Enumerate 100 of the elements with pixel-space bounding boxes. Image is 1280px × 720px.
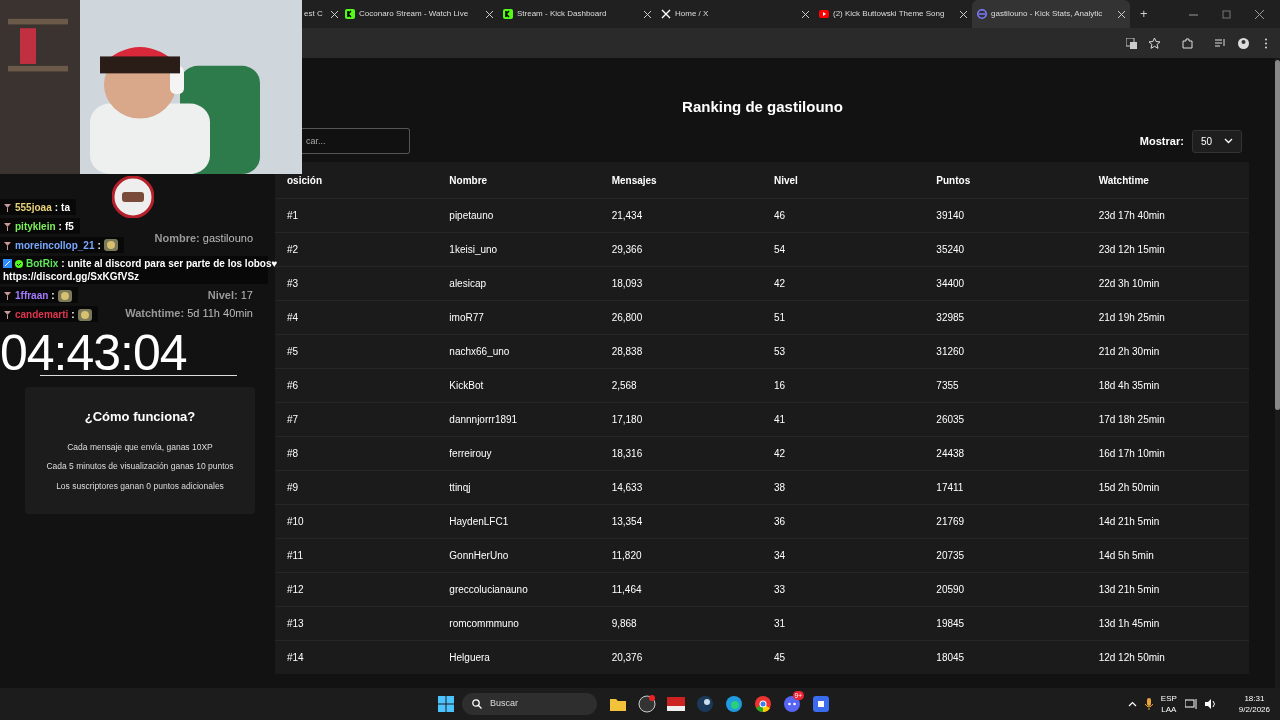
table-cell-text: HaydenLFC1: [448, 515, 510, 529]
info-text: Cada mensaje que envía, ganas 10XP: [66, 440, 214, 454]
volume-icon[interactable]: [1204, 699, 1217, 709]
browser-tab[interactable]: est C: [302, 0, 340, 28]
browser-tab[interactable]: Coconaro Stream - Watch Live: [340, 0, 498, 28]
table-cell-text: #14: [286, 651, 305, 665]
page-size-select[interactable]: 50: [1191, 129, 1242, 153]
chat-username[interactable]: 555joaa: [15, 201, 52, 213]
close-icon[interactable]: [802, 10, 809, 18]
table-cell-text: 16d 17h 10min: [1097, 447, 1166, 461]
table-cell-text: 18,093: [610, 277, 644, 291]
chat-username[interactable]: 1ffraan: [15, 290, 49, 302]
table-cell-text: 53: [773, 345, 787, 359]
table-cell-text: 17411: [935, 481, 965, 495]
table-cell-text: 12d 12h 50min: [1097, 651, 1166, 665]
star-icon[interactable]: [1149, 37, 1160, 49]
square-app-icon[interactable]: [811, 695, 830, 713]
translate-icon[interactable]: [1126, 37, 1137, 49]
table-cell-text: 34400: [935, 277, 966, 291]
clock[interactable]: 18:31 9/2/2026: [1238, 693, 1270, 715]
table-cell-text: dannnjorrr1891: [448, 413, 519, 427]
new-tab-button[interactable]: +: [1130, 4, 1158, 24]
column-header: Mensajes: [610, 173, 658, 188]
profile-field: Nombre: gastilouno: [154, 230, 253, 247]
table-cell-text: imoR77: [448, 311, 485, 325]
table-cell-text: KickBot: [448, 379, 485, 393]
table-cell-text: 18045: [935, 651, 966, 665]
profile-field: Nivel: 17: [207, 287, 253, 304]
close-icon[interactable]: [1255, 9, 1264, 19]
table-cell-text: 51: [773, 311, 787, 325]
close-icon[interactable]: [486, 10, 493, 18]
close-icon[interactable]: [960, 10, 967, 18]
table-cell-text: 35240: [935, 243, 966, 257]
obs-icon[interactable]: [637, 695, 656, 713]
avatar-icon: [111, 176, 154, 218]
table-cell-text: 21,434: [610, 209, 644, 223]
table-cell-text: 42: [773, 447, 787, 461]
search-field[interactable]: car...: [302, 128, 410, 154]
table-cell-text: #13: [286, 617, 305, 631]
browser-tab[interactable]: Home / X: [656, 0, 814, 28]
microphone-icon[interactable]: [1144, 698, 1153, 710]
chrome-icon[interactable]: [753, 695, 772, 713]
column-header: Nivel: [773, 173, 799, 188]
browser-tab[interactable]: gastilouno - Kick Stats, Analytic: [972, 0, 1130, 28]
table-cell-text: 20590: [935, 583, 966, 597]
table-cell-text: 34: [773, 549, 787, 563]
chevron-up-icon[interactable]: [1127, 701, 1137, 707]
x-logo-icon: [661, 9, 671, 19]
table-cell-text: 28,838: [610, 345, 644, 359]
puzzle-icon[interactable]: [1182, 37, 1193, 49]
profile-icon[interactable]: [1238, 37, 1249, 49]
chat-username[interactable]: pityklein: [15, 220, 56, 232]
table-cell-text: 13d 21h 5min: [1097, 583, 1161, 597]
column-header: Puntos: [935, 173, 972, 188]
stream-timer: 04:43:04: [0, 331, 187, 375]
table-cell-text: 17,180: [610, 413, 644, 427]
scrollbar-thumb[interactable]: [1275, 60, 1280, 410]
table-cell-text: #5: [286, 345, 300, 359]
column-header: osición: [286, 173, 323, 188]
edge-icon[interactable]: [724, 695, 743, 713]
column-header: Nombre: [448, 173, 489, 188]
table-cell-text: ferreirouy: [448, 447, 493, 461]
show-label: Mostrar:: [1139, 133, 1184, 149]
table-cell-text: 29,366: [610, 243, 644, 257]
taskbar-search[interactable]: Buscar: [462, 693, 597, 715]
table-cell-text: 14d 21h 5min: [1097, 515, 1161, 529]
table-cell-text: 45: [773, 651, 787, 665]
chat-username[interactable]: moreincollop_21: [15, 239, 95, 251]
chat-username[interactable]: candemarti: [15, 309, 69, 321]
table-cell-text: 41: [773, 413, 787, 427]
chevron-down-icon: [1224, 138, 1233, 144]
media-icon[interactable]: [1215, 37, 1226, 49]
table-cell-text: 18,316: [610, 447, 644, 461]
kick-logo-icon: [345, 9, 355, 19]
table-cell-text: 1keisi_uno: [448, 243, 499, 257]
language-indicator[interactable]: ESP LAA: [1160, 693, 1177, 715]
table-cell-text: 24438: [935, 447, 966, 461]
steam-icon[interactable]: [695, 695, 714, 713]
close-icon[interactable]: [331, 10, 338, 18]
chat-text: f5: [64, 220, 74, 232]
close-icon[interactable]: [644, 10, 651, 18]
chat-username[interactable]: BotRix: [26, 258, 59, 270]
restore-icon[interactable]: [1222, 9, 1231, 19]
browser-tab[interactable]: (2) Kick Buttowski Theme Song: [814, 0, 972, 28]
table-cell-text: 26,800: [610, 311, 644, 325]
discord-icon[interactable]: [782, 695, 801, 713]
table-cell-text: 46: [773, 209, 787, 223]
table-cell-text: 13d 1h 45min: [1097, 617, 1161, 631]
close-icon[interactable]: [1118, 10, 1125, 18]
chat-colon: :: [58, 220, 62, 232]
table-cell-text: 14,633: [610, 481, 644, 495]
chat-text: unite al discord para ser parte de los lobos♥: [67, 258, 278, 270]
chat-link[interactable]: https://discord.gg/SxKGfVSz: [3, 270, 262, 284]
browser-tab[interactable]: Stream - Kick Dashboard: [498, 0, 656, 28]
table-cell-text: #12: [286, 583, 305, 597]
table-cell-text: 13,354: [610, 515, 644, 529]
table-cell-text: ttinqj: [448, 481, 472, 495]
table-cell-text: romcommmuno: [448, 617, 520, 631]
table-cell-text: 54: [773, 243, 787, 257]
windows-logo-icon[interactable]: [438, 696, 454, 712]
